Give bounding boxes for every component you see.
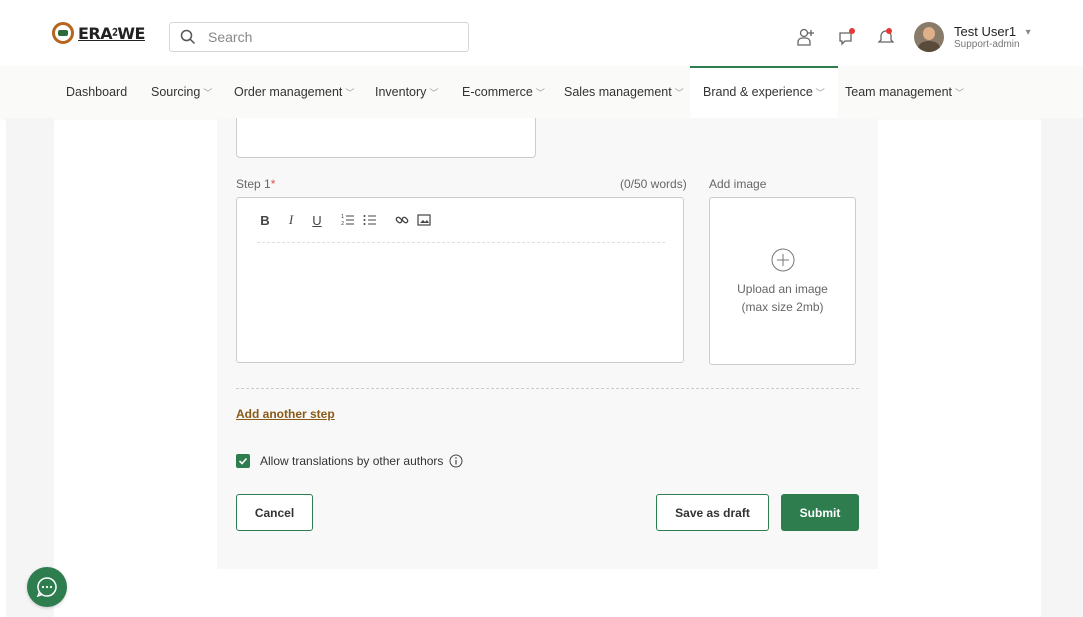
chat-bubble-icon xyxy=(36,577,57,598)
step-label-text: Step 1 xyxy=(236,177,271,191)
logo-mark-icon xyxy=(52,22,74,44)
image-icon[interactable] xyxy=(417,213,431,227)
logo-text: ERA⁲WE xyxy=(78,23,145,43)
step-rich-text-editor[interactable]: B I U 12 xyxy=(236,197,684,363)
step-label: Step 1* xyxy=(236,177,275,191)
italic-icon[interactable]: I xyxy=(283,212,299,228)
checkmark-icon xyxy=(238,457,248,465)
svg-text:2: 2 xyxy=(341,221,344,227)
upload-hint-line2: (max size 2mb) xyxy=(741,300,824,314)
editor-toolbar: B I U 12 xyxy=(257,212,431,228)
nav-label: Brand & experience xyxy=(703,85,813,99)
chevron-down-icon: ﹀ xyxy=(815,88,825,98)
chevron-down-icon: ﹀ xyxy=(955,88,965,98)
nav-label: Sourcing xyxy=(151,85,201,99)
nav-label: Dashboard xyxy=(66,85,128,99)
user-info: Test User1 Support-admin xyxy=(954,25,1020,50)
avatar xyxy=(914,22,944,52)
chat-notification-icon[interactable] xyxy=(837,27,857,47)
search-box[interactable] xyxy=(169,22,469,52)
chevron-down-icon: ﹀ xyxy=(203,88,213,98)
add-user-icon[interactable] xyxy=(796,27,816,47)
bell-icon[interactable] xyxy=(876,27,896,47)
allow-translations-row: Allow translations by other authors xyxy=(236,454,463,468)
cancel-button[interactable]: Cancel xyxy=(236,494,313,531)
underline-icon[interactable]: U xyxy=(309,213,325,228)
upload-hint: Upload an image (max size 2mb) xyxy=(710,280,855,316)
add-circle-icon xyxy=(771,248,795,272)
chevron-down-icon: ﹀ xyxy=(345,88,355,98)
step-divider xyxy=(236,388,859,389)
chevron-down-icon: ﹀ xyxy=(535,88,545,98)
bullet-list-icon[interactable] xyxy=(363,213,377,227)
nav-label: Inventory xyxy=(375,85,427,99)
add-another-step-link[interactable]: Add another step xyxy=(236,407,335,421)
add-image-label: Add image xyxy=(709,177,767,191)
nav-label: Team management xyxy=(845,85,953,99)
nav-order-management[interactable]: Order management ﹀ xyxy=(234,66,354,118)
bold-icon[interactable]: B xyxy=(257,213,273,228)
nav-e-commerce[interactable]: E-commerce ﹀ xyxy=(462,66,545,118)
nav-team-management[interactable]: Team management ﹀ xyxy=(845,66,964,118)
svg-text:1: 1 xyxy=(341,214,344,220)
nav-label: Order management xyxy=(234,85,343,99)
info-icon[interactable] xyxy=(449,454,463,468)
chevron-down-icon: ﹀ xyxy=(429,88,439,98)
search-icon xyxy=(180,29,196,45)
link-icon[interactable] xyxy=(395,213,409,227)
chat-support-button[interactable] xyxy=(27,567,67,607)
search-input[interactable] xyxy=(206,28,440,46)
nav-label: E-commerce xyxy=(462,85,533,99)
image-upload-dropzone[interactable]: Upload an image (max size 2mb) xyxy=(709,197,856,365)
nav-brand-experience[interactable]: Brand & experience ﹀ xyxy=(690,66,838,118)
upload-hint-line1: Upload an image xyxy=(737,282,828,296)
required-mark: * xyxy=(270,177,276,191)
user-role: Support-admin xyxy=(954,38,1020,50)
submit-button[interactable]: Submit xyxy=(781,494,859,531)
user-menu[interactable]: Test User1 Support-admin ▾ xyxy=(914,22,1031,52)
nav-dashboard[interactable]: Dashboard xyxy=(66,66,127,118)
word-count: (0/50 words) xyxy=(620,177,687,191)
allow-translations-label: Allow translations by other authors xyxy=(260,454,444,468)
nav-label: Sales management xyxy=(564,85,672,99)
chevron-down-icon: ﹀ xyxy=(674,88,684,98)
previous-text-field[interactable] xyxy=(236,118,536,158)
main-nav: Dashboard Sourcing ﹀ Order management ﹀ In… xyxy=(0,66,1083,118)
chevron-down-icon: ▾ xyxy=(1025,26,1031,38)
ordered-list-icon[interactable]: 12 xyxy=(341,213,355,227)
user-name: Test User1 xyxy=(954,23,1017,39)
logo[interactable]: ERA⁲WE xyxy=(52,22,145,44)
save-as-draft-button[interactable]: Save as draft xyxy=(656,494,769,531)
allow-translations-checkbox[interactable] xyxy=(236,454,250,468)
top-header: ERA⁲WE Test User1 Support-admin ▾ xyxy=(0,0,1083,66)
nav-sales-management[interactable]: Sales management ﹀ xyxy=(564,66,684,118)
page-gutter-left xyxy=(6,118,54,617)
nav-sourcing[interactable]: Sourcing ﹀ xyxy=(151,66,212,118)
page-gutter-right xyxy=(1041,118,1083,617)
editor-toolbar-divider xyxy=(257,242,665,243)
nav-inventory[interactable]: Inventory ﹀ xyxy=(375,66,438,118)
